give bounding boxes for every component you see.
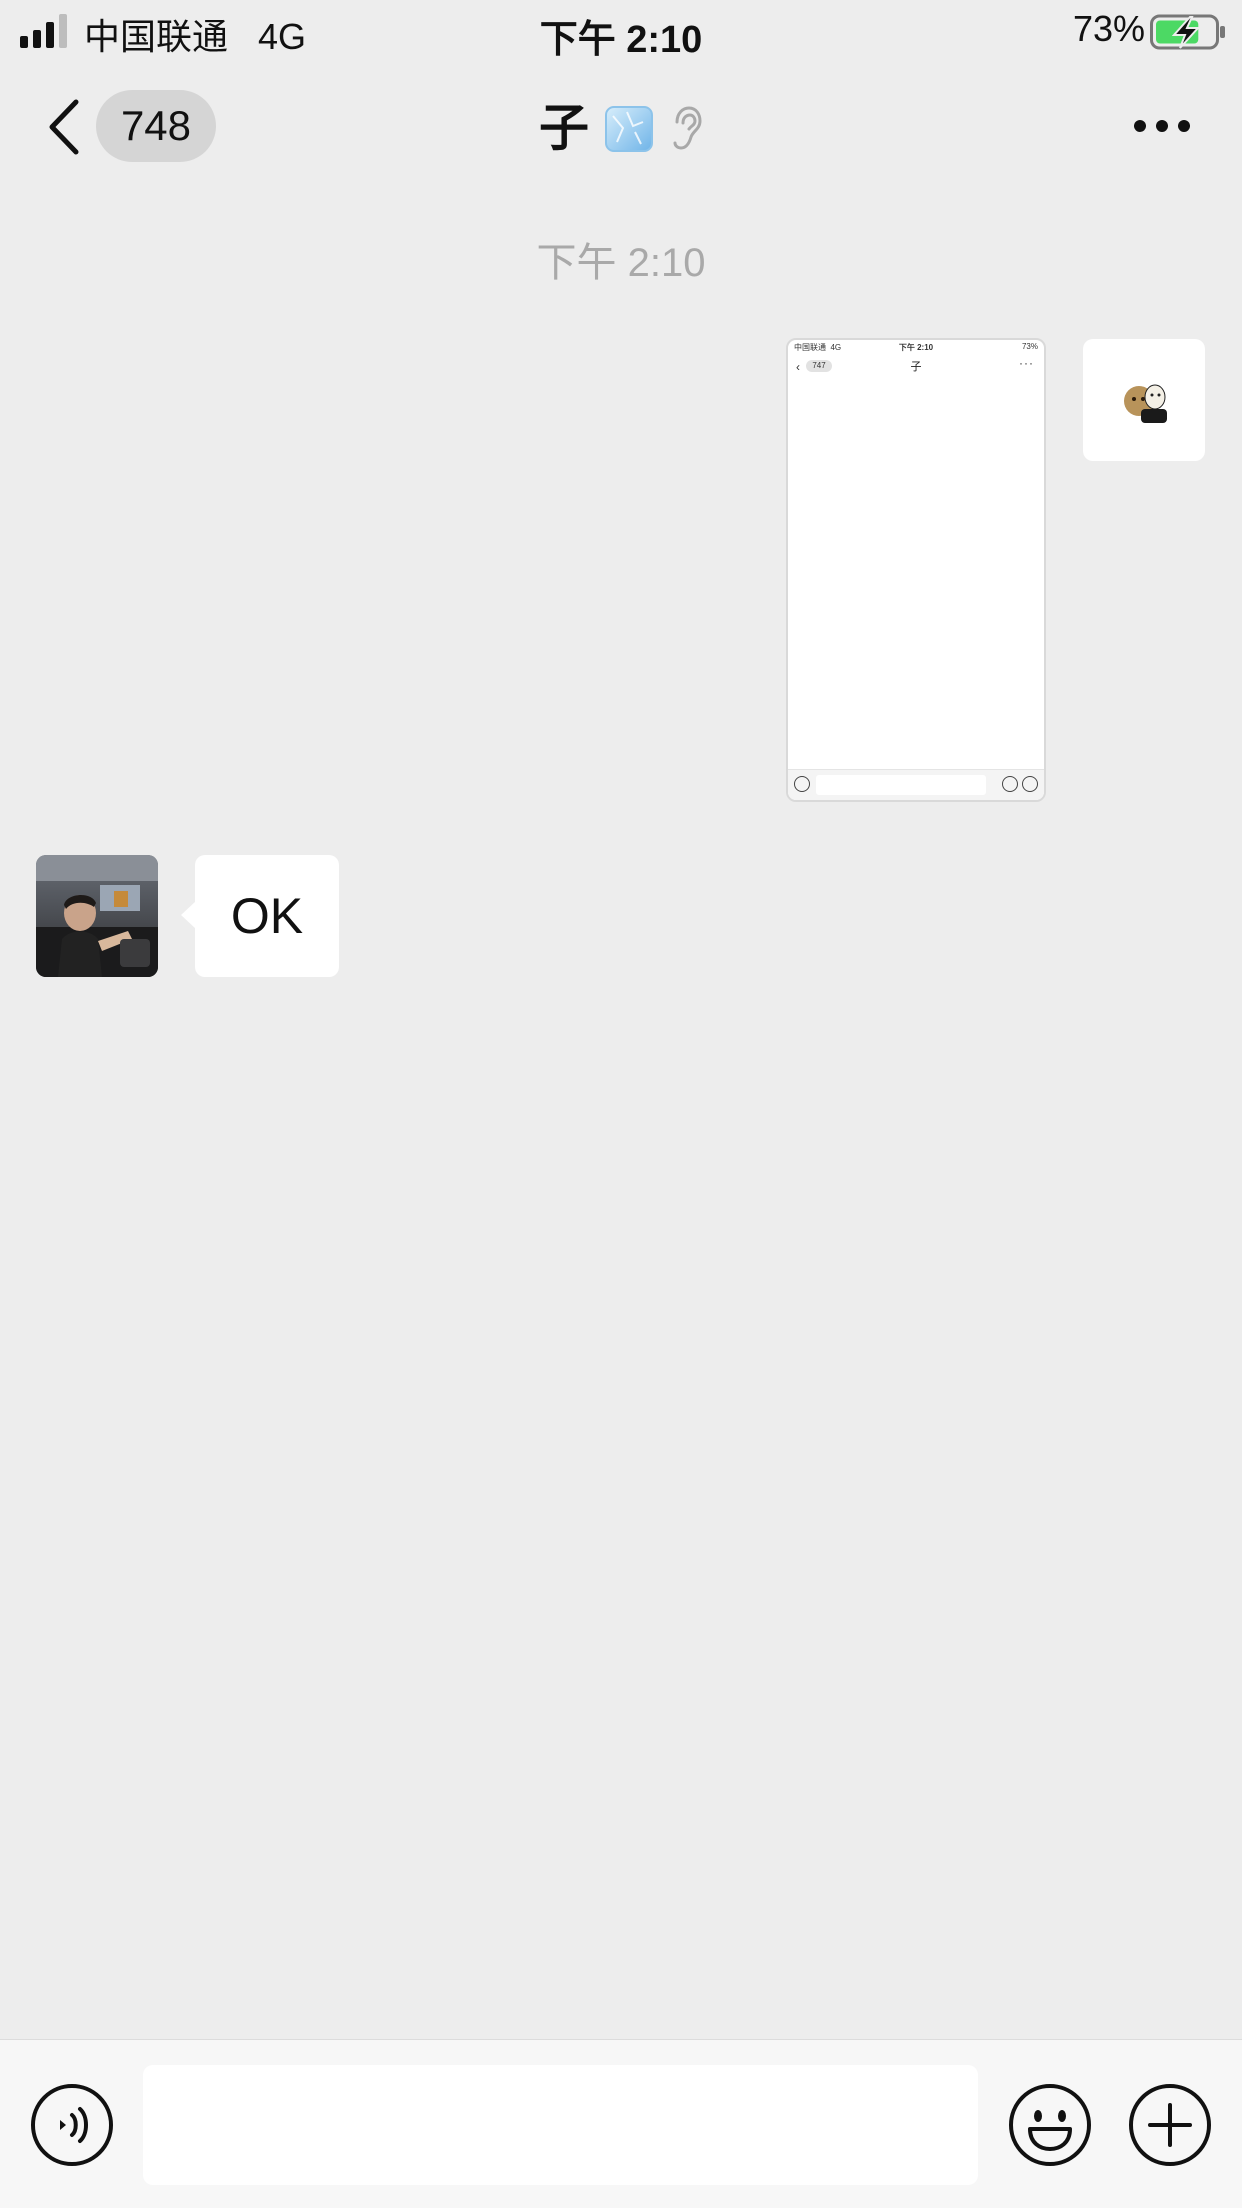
chat-title: 子 (539, 99, 589, 157)
thumbnail-input-bar (788, 769, 1044, 800)
thumbnail-voice-icon (794, 776, 810, 792)
thumbnail-plus-icon (1022, 776, 1038, 792)
cartoon-avatar-icon (1124, 384, 1167, 423)
battery-percent: 73% (1072, 8, 1145, 49)
nav-bar: 748 子 (0, 62, 1242, 192)
thumbnail-text-field (816, 775, 986, 795)
contact-photo (36, 855, 158, 977)
plus-icon[interactable] (1128, 2083, 1212, 2167)
self-avatar[interactable] (1083, 339, 1205, 461)
voice-icon[interactable] (30, 2083, 114, 2167)
bubble-tail (181, 901, 196, 929)
thumbnail-title: 子 (910, 361, 922, 373)
input-bar (0, 2039, 1242, 2208)
received-message-bubble[interactable]: OK (181, 855, 339, 977)
thumbnail-emoji-icon (1002, 776, 1018, 792)
thumbnail-battery: 73% (1021, 342, 1038, 351)
chat-title-group[interactable]: 子 (0, 96, 1242, 160)
thumbnail-more-icon: ··· (1019, 356, 1034, 370)
message-timestamp: 下午 2:10 (536, 241, 706, 285)
sent-image-message[interactable]: 中国联通 4G 下午 2:10 73% ‹ 747 子 ··· (786, 338, 1046, 802)
emoji-icon[interactable] (1008, 2083, 1092, 2167)
more-dots-icon[interactable] (1132, 112, 1192, 140)
status-bar: 中国联通 4G 下午 2:10 73% (0, 0, 1242, 62)
thumbnail-nav-bar: ‹ 747 子 ··· (788, 354, 1044, 380)
contact-avatar[interactable] (36, 855, 158, 977)
battery-charging-icon (1150, 14, 1225, 50)
chat-screen: 中国联通 4G 下午 2:10 73% 748 子 下午 2:10 中国联通 4… (0, 0, 1242, 2208)
status-time: 下午 2:10 (539, 19, 703, 61)
message-input[interactable] (143, 2065, 978, 2185)
received-message-text: OK (230, 888, 304, 944)
thumbnail-status-bar: 中国联通 4G 下午 2:10 73% (788, 340, 1044, 354)
ear-icon (673, 106, 702, 150)
thumbnail-time: 下午 2:10 (898, 343, 934, 352)
ice-cube-icon (605, 106, 653, 152)
